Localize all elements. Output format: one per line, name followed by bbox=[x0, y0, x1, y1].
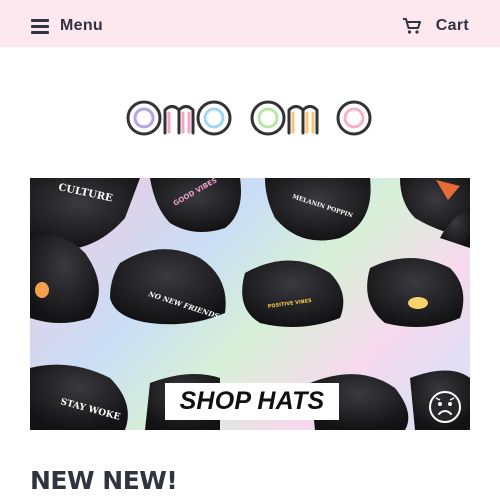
shop-hats-label: SHOP HATS bbox=[179, 387, 325, 415]
hero-banner[interactable]: CULTURE MELANIN POPPIN NO NEW FRIENDS ST… bbox=[30, 178, 470, 430]
brand-logo[interactable] bbox=[124, 96, 376, 140]
cart-button[interactable]: Cart bbox=[402, 14, 469, 38]
hamburger-icon bbox=[31, 19, 49, 34]
shop-hats-button[interactable]: SHOP HATS bbox=[165, 383, 339, 420]
shopping-cart-icon bbox=[402, 17, 422, 35]
peach-patch-icon bbox=[35, 282, 49, 298]
menu-label: Menu bbox=[60, 17, 103, 34]
logo-graphic bbox=[126, 100, 372, 136]
section-title: NEW NEW! bbox=[30, 466, 178, 495]
ramen-patch-icon bbox=[408, 297, 428, 309]
top-bar: Menu Cart bbox=[0, 0, 500, 47]
sad-face-chat-icon[interactable] bbox=[428, 390, 462, 429]
cart-label: Cart bbox=[435, 17, 469, 34]
menu-button[interactable]: Menu bbox=[31, 14, 103, 38]
